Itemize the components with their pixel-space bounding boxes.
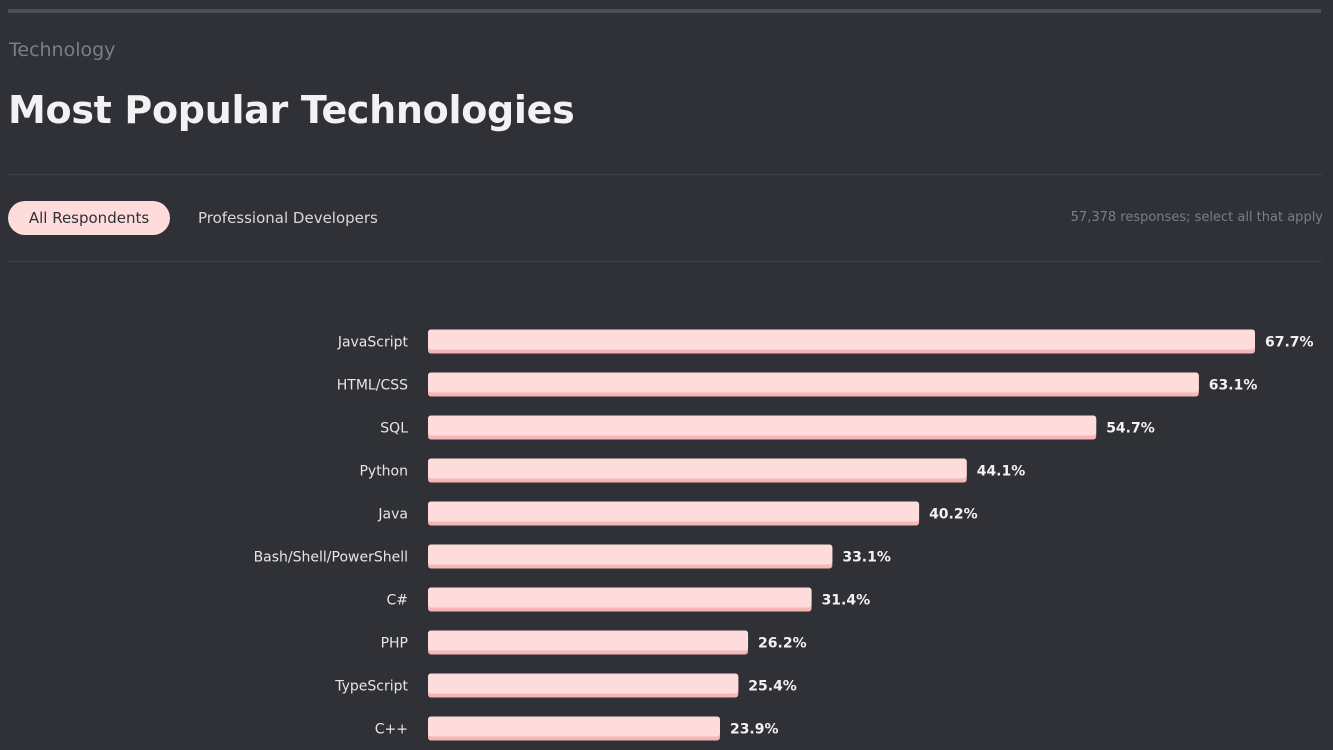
bar-chart: JavaScript 67.7% HTML/CSS 63.1% SQL 54.7% Pyth… [254, 329, 1314, 741]
bar[interactable] [428, 329, 1255, 350]
value-label: 26.2% [758, 636, 807, 652]
value-label: 54.7% [1106, 421, 1155, 437]
category-label: Bash/Shell/PowerShell [254, 550, 408, 566]
category-label: C# [386, 593, 408, 609]
bar[interactable] [428, 630, 749, 651]
bar[interactable] [428, 501, 920, 522]
value-label: 25.4% [748, 679, 797, 695]
value-label: 23.9% [730, 722, 779, 738]
category-label: Java [377, 507, 408, 523]
category-label: HTML/CSS [337, 378, 408, 394]
bar[interactable] [428, 587, 812, 608]
bar[interactable] [428, 673, 739, 694]
value-label: 31.4% [822, 593, 871, 609]
bar[interactable] [428, 544, 833, 565]
category-label: PHP [381, 636, 408, 652]
category-label: TypeScript [334, 679, 408, 695]
category-label: SQL [380, 421, 408, 437]
bar[interactable] [428, 458, 967, 479]
value-label: 44.1% [977, 464, 1026, 480]
bar[interactable] [428, 372, 1199, 393]
page: Technology Most Popular Technologies All… [0, 0, 1333, 750]
category-label: C++ [375, 722, 408, 738]
category-label: JavaScript [337, 335, 409, 351]
bar[interactable] [428, 716, 720, 737]
value-label: 63.1% [1209, 378, 1258, 394]
value-label: 33.1% [842, 550, 891, 566]
bar[interactable] [428, 415, 1097, 436]
value-label: 40.2% [929, 507, 978, 523]
category-label: Python [359, 464, 408, 480]
value-label: 67.7% [1265, 335, 1314, 351]
